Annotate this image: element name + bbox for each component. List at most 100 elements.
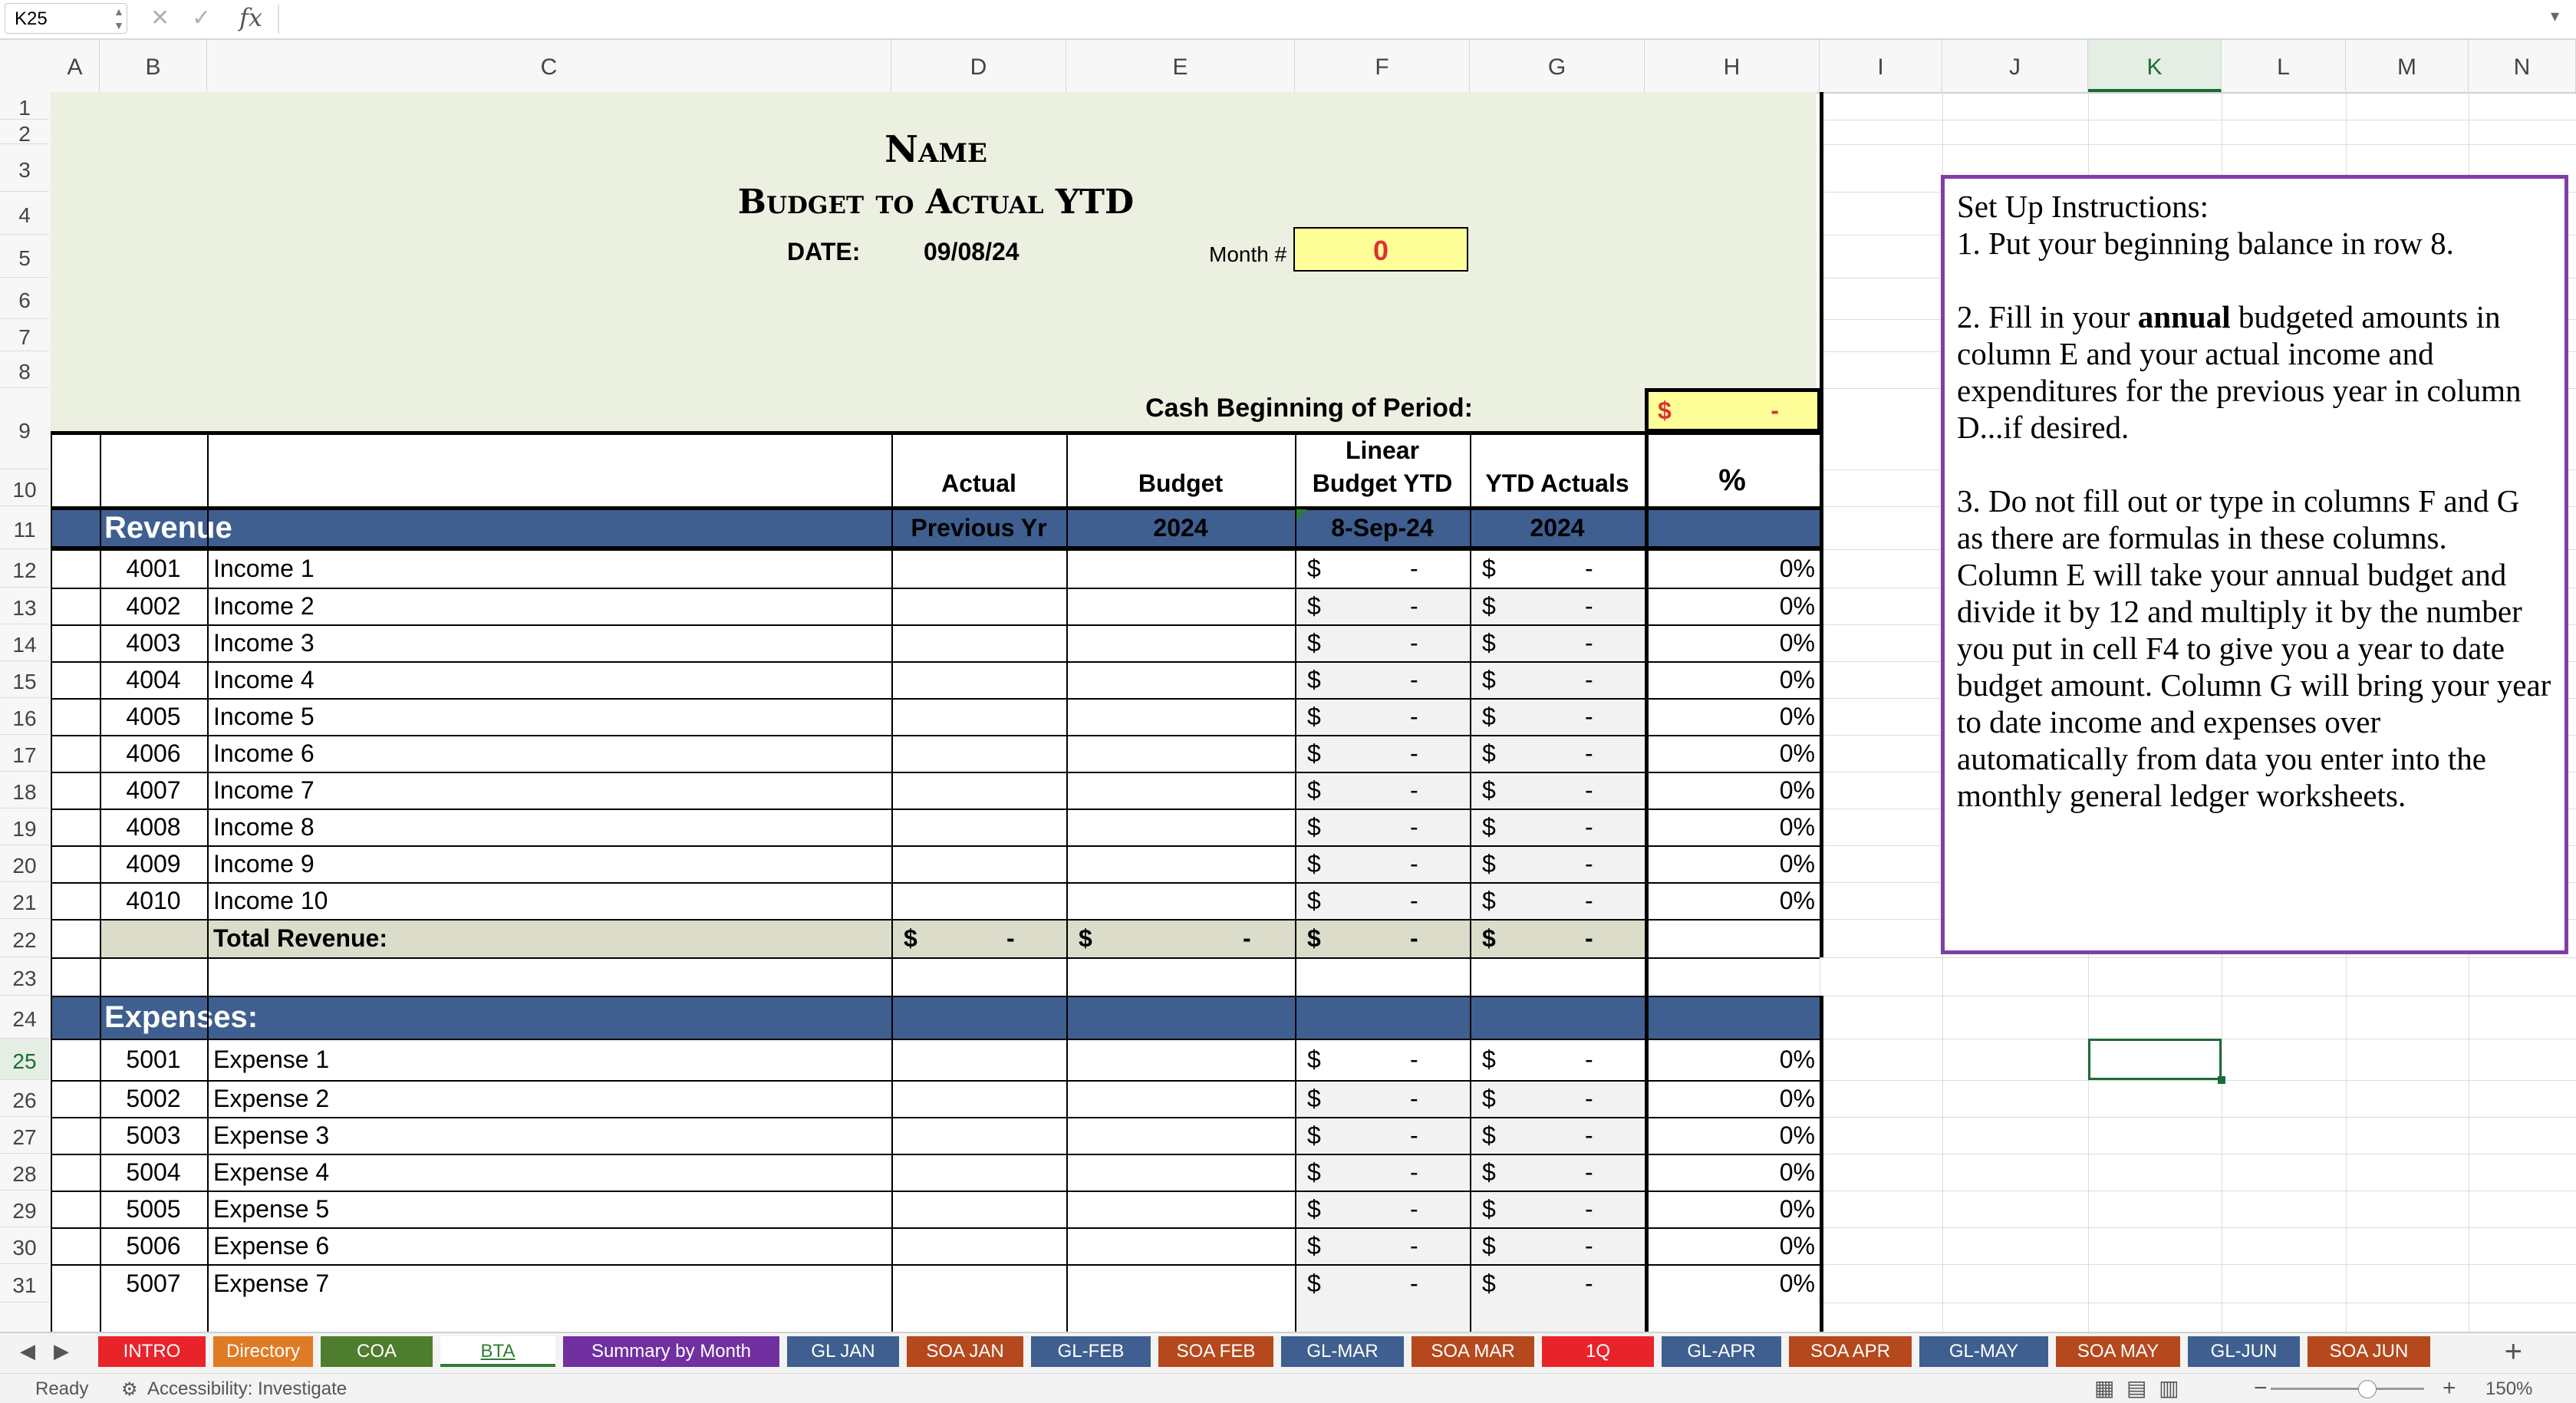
row-header-17[interactable]: 17 — [0, 735, 49, 772]
column-headers: ABCDEFGHIJKLMN — [0, 40, 2576, 94]
sheet-tab-soa-jun[interactable]: SOA JUN — [2308, 1336, 2430, 1367]
row-header-20[interactable]: 20 — [0, 845, 49, 882]
row-header-3[interactable]: 3 — [0, 144, 49, 192]
total-revenue-currency: $ — [1079, 924, 1092, 952]
expense-row-pct: 0% — [1779, 1121, 1815, 1149]
scroll-tabs-right-icon[interactable]: ▶ — [54, 1339, 69, 1363]
sheet-tab-gl-may[interactable]: GL-MAY — [1919, 1336, 2048, 1367]
column-header-h[interactable]: H — [1645, 40, 1820, 92]
row-header-31[interactable]: 31 — [0, 1264, 49, 1303]
row-header-21[interactable]: 21 — [0, 882, 49, 919]
column-header-a[interactable]: A — [51, 40, 100, 92]
row-header-13[interactable]: 13 — [0, 588, 49, 624]
row-header-30[interactable]: 30 — [0, 1227, 49, 1264]
view-buttons[interactable]: ▦ ▤ ▥ — [2094, 1375, 2179, 1401]
normal-view-icon[interactable]: ▦ — [2094, 1376, 2114, 1400]
row-header-28[interactable]: 28 — [0, 1154, 49, 1191]
row-header-22[interactable]: 22 — [0, 919, 49, 957]
row-header-5[interactable]: 5 — [0, 235, 49, 278]
border-v — [1470, 431, 1471, 1332]
column-header-e[interactable]: E — [1066, 40, 1295, 92]
row-header-27[interactable]: 27 — [0, 1117, 49, 1154]
row-header-10[interactable]: 10 — [0, 469, 49, 506]
sheet-tab-gl-apr[interactable]: GL-APR — [1662, 1336, 1781, 1367]
sheet-tab-gl-jan[interactable]: GL JAN — [787, 1336, 899, 1367]
row-header-12[interactable]: 12 — [0, 549, 49, 588]
name-box-stepper-icon[interactable]: ▲ ▼ — [114, 5, 124, 32]
row-header-1[interactable]: 1 — [0, 92, 49, 120]
page-layout-view-icon[interactable]: ▤ — [2126, 1376, 2146, 1400]
sheet-tab-coa[interactable]: COA — [321, 1336, 433, 1367]
revenue-row-currency: $ — [1482, 887, 1496, 914]
column-header-j[interactable]: J — [1942, 40, 2088, 92]
sheet-tab-gl-mar[interactable]: GL-MAR — [1281, 1336, 1404, 1367]
row-header-25[interactable]: 25 — [0, 1039, 49, 1080]
cancel-icon[interactable]: ✕ — [150, 5, 170, 31]
row-header-9[interactable]: 9 — [0, 388, 49, 469]
selected-cell-k25[interactable] — [2088, 1039, 2222, 1080]
column-header-g[interactable]: G — [1470, 40, 1645, 92]
pct-column-border — [1645, 388, 1649, 1332]
sheet-tab-soa-may[interactable]: SOA MAY — [2056, 1336, 2180, 1367]
row-header-29[interactable]: 29 — [0, 1191, 49, 1227]
row-header-23[interactable]: 23 — [0, 957, 49, 996]
column-header-f[interactable]: F — [1295, 40, 1470, 92]
zoom-out-icon[interactable]: − — [2254, 1375, 2268, 1401]
row-header-19[interactable]: 19 — [0, 809, 49, 845]
sheet-tab-intro[interactable]: INTRO — [98, 1336, 206, 1367]
status-ready: Ready — [35, 1378, 89, 1399]
sheet-tab-soa-mar[interactable]: SOA MAR — [1412, 1336, 1534, 1367]
sheet-tab-directory[interactable]: Directory — [213, 1336, 313, 1367]
add-sheet-button[interactable]: + — [2505, 1335, 2522, 1369]
sheet-tab-gl-jun[interactable]: GL-JUN — [2188, 1336, 2300, 1367]
fill-handle[interactable] — [2218, 1076, 2225, 1084]
sheet-tab-soa-jan[interactable]: SOA JAN — [907, 1336, 1023, 1367]
border-v — [207, 431, 209, 1332]
row-header-24[interactable]: 24 — [0, 996, 49, 1039]
column-header-k[interactable]: K — [2088, 40, 2222, 92]
row-header-26[interactable]: 26 — [0, 1080, 49, 1117]
column-header-b[interactable]: B — [100, 40, 207, 92]
expand-formula-bar-icon[interactable]: ▾ — [2551, 6, 2559, 26]
sheet-tab-soa-feb[interactable]: SOA FEB — [1158, 1336, 1273, 1367]
row-header-7[interactable]: 7 — [0, 319, 49, 351]
column-header-l[interactable]: L — [2222, 40, 2346, 92]
sheet-tab-1q[interactable]: 1Q — [1542, 1336, 1654, 1367]
row-header-18[interactable]: 18 — [0, 772, 49, 809]
zoom-in-icon[interactable]: + — [2443, 1375, 2456, 1401]
row-header-15[interactable]: 15 — [0, 661, 49, 698]
row-header-6[interactable]: 6 — [0, 278, 49, 319]
revenue-row-value: - — [1410, 629, 1418, 657]
row-header-14[interactable]: 14 — [0, 624, 49, 661]
scroll-tabs-left-icon[interactable]: ◀ — [20, 1339, 35, 1363]
revenue-row-pct: 0% — [1779, 703, 1815, 730]
row-header-11[interactable]: 11 — [0, 506, 49, 549]
row-header-8[interactable]: 8 — [0, 351, 49, 388]
sheet-tab-summary-by-month[interactable]: Summary by Month — [563, 1336, 779, 1367]
column-header-c[interactable]: C — [207, 40, 891, 92]
sheet-tab-bta[interactable]: BTA — [440, 1336, 555, 1367]
expense-row-name: Expense 1 — [213, 1046, 330, 1073]
expense-row-value: - — [1410, 1046, 1418, 1073]
row-header-16[interactable]: 16 — [0, 698, 49, 735]
column-header-n[interactable]: N — [2469, 40, 2576, 92]
sheet-tab-gl-feb[interactable]: GL-FEB — [1031, 1336, 1151, 1367]
column-header-d[interactable]: D — [891, 40, 1066, 92]
expense-row-pct: 0% — [1779, 1232, 1815, 1260]
zoom-slider[interactable] — [2271, 1388, 2424, 1390]
accessibility-status[interactable]: ⚙ Accessibility: Investigate — [121, 1378, 347, 1400]
name-box[interactable]: K25 — [5, 3, 127, 34]
expense-row-pct: 0% — [1779, 1158, 1815, 1186]
insert-function-icon[interactable]: fx — [239, 3, 262, 32]
confirm-icon[interactable]: ✓ — [192, 5, 211, 31]
zoom-slider-knob[interactable] — [2358, 1380, 2377, 1398]
page-break-view-icon[interactable]: ▥ — [2159, 1376, 2179, 1400]
column-header-i[interactable]: I — [1820, 40, 1942, 92]
row-header-4[interactable]: 4 — [0, 192, 49, 235]
cash-beginning-input[interactable]: $ - — [1645, 388, 1820, 431]
zoom-level[interactable]: 150% — [2485, 1378, 2532, 1400]
sheet-tab-soa-apr[interactable]: SOA APR — [1789, 1336, 1912, 1367]
month-input[interactable]: 0 — [1293, 227, 1468, 272]
row-header-2[interactable]: 2 — [0, 120, 49, 146]
column-header-m[interactable]: M — [2346, 40, 2469, 92]
